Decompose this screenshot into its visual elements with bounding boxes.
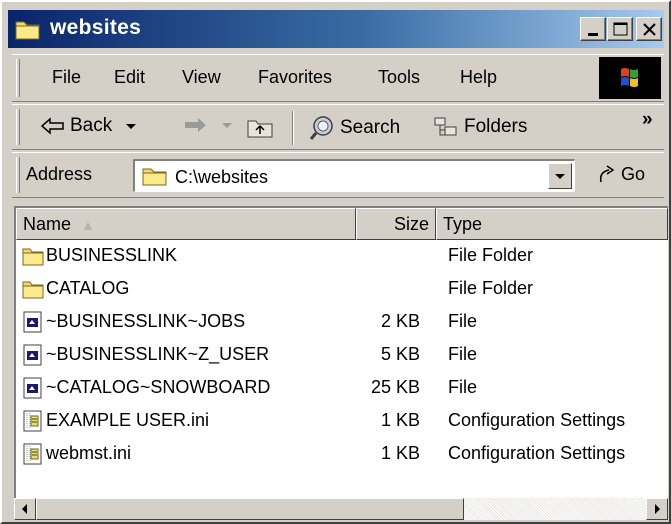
- maximize-button[interactable]: [607, 17, 633, 41]
- file-size: 2 KB: [380, 311, 420, 331]
- go-button[interactable]: Go: [595, 162, 645, 186]
- file-row[interactable]: CATALOG File Folder: [16, 273, 666, 306]
- column-header-name-label: Name: [23, 214, 72, 234]
- toolbar-separator: [292, 111, 294, 145]
- file-name: EXAMPLE USER.ini: [46, 410, 210, 430]
- file-row[interactable]: ~BUSINESSLINK~Z_USER 5 KB File: [16, 339, 666, 372]
- search-icon: [309, 116, 333, 140]
- address-field[interactable]: C:\websites: [133, 159, 575, 192]
- file-size: 25 KB: [370, 377, 420, 397]
- minimize-button[interactable]: [580, 17, 606, 41]
- ini-file-icon: [22, 409, 44, 433]
- up-folder-button[interactable]: [246, 115, 274, 139]
- file-type: File: [448, 311, 478, 331]
- search-label: Search: [340, 117, 401, 138]
- arrow-right-icon: [655, 504, 660, 514]
- close-icon: [643, 23, 656, 36]
- back-dropdown-icon[interactable]: [122, 116, 140, 136]
- sort-ascending-icon: ▲: [81, 217, 95, 233]
- back-label: Back: [70, 115, 113, 136]
- file-name: CATALOG: [46, 278, 130, 298]
- close-button[interactable]: [636, 17, 662, 41]
- up-folder-icon: [247, 120, 273, 138]
- chevron-down-icon: [555, 174, 565, 179]
- file-row[interactable]: EXAMPLE USER.ini 1 KB Configuration Settin…: [16, 405, 666, 438]
- file-size: 5 KB: [380, 344, 420, 364]
- folder-icon: [142, 168, 167, 186]
- file-name: webmst.ini: [46, 443, 132, 463]
- menu-edit[interactable]: Edit: [114, 67, 145, 88]
- forward-button[interactable]: [182, 115, 236, 135]
- column-header-name[interactable]: Name ▲: [16, 208, 356, 240]
- file-size: 1 KB: [380, 443, 420, 463]
- file-type: Configuration Settings: [448, 443, 626, 463]
- file-name: ~BUSINESSLINK~JOBS: [46, 311, 246, 331]
- arrow-left-icon: [22, 504, 27, 514]
- file-size: 1 KB: [380, 410, 420, 430]
- back-arrow-icon: [40, 117, 64, 135]
- title-bar[interactable]: websites: [8, 10, 664, 48]
- file-row[interactable]: ~CATALOG~SNOWBOARD 25 KB File: [16, 372, 666, 405]
- column-header-size-label: Size: [393, 214, 429, 234]
- forward-arrow-icon: [185, 118, 206, 132]
- go-arrow-icon: [599, 165, 615, 183]
- window-title: websites: [50, 16, 142, 39]
- file-type: Configuration Settings: [448, 410, 626, 430]
- file-name: BUSINESSLINK: [46, 245, 178, 265]
- menu-view[interactable]: View: [182, 67, 221, 88]
- file-type: File: [448, 344, 478, 364]
- file-row[interactable]: webmst.ini 1 KB Configuration Settings: [16, 438, 666, 471]
- address-value: C:\websites: [175, 167, 269, 187]
- menu-favorites[interactable]: Favorites: [258, 67, 332, 88]
- folder-icon: [22, 277, 44, 301]
- file-type: File: [448, 377, 478, 397]
- folders-icon: [434, 117, 457, 136]
- menu-tools[interactable]: Tools: [378, 67, 420, 88]
- toolbar-overflow-chevron[interactable]: »: [642, 109, 653, 131]
- file-row[interactable]: ~BUSINESSLINK~JOBS 2 KB File: [16, 306, 666, 339]
- explorer-window: websites File Edit View Favorites Tools …: [0, 0, 671, 524]
- file-type: File Folder: [448, 245, 534, 265]
- folders-label: Folders: [464, 116, 528, 137]
- toolbar-grip[interactable]: [16, 109, 20, 145]
- folder-icon: [15, 21, 40, 40]
- address-label: Address: [26, 164, 93, 184]
- menu-grip[interactable]: [16, 59, 20, 97]
- search-button[interactable]: Search: [308, 115, 400, 141]
- generic-file-icon: [22, 376, 44, 400]
- folders-button[interactable]: Folders: [432, 115, 527, 139]
- generic-file-icon: [22, 343, 44, 367]
- forward-dropdown-icon[interactable]: [218, 115, 236, 135]
- menu-bar: File Edit View Favorites Tools Help: [12, 54, 664, 102]
- column-header-size[interactable]: Size: [356, 208, 436, 240]
- column-header-type-label: Type: [443, 214, 483, 234]
- windows-logo-icon: [599, 57, 661, 99]
- address-grip[interactable]: [16, 157, 20, 193]
- folder-icon: [22, 244, 44, 268]
- generic-file-icon: [22, 310, 44, 334]
- scroll-right-button[interactable]: [646, 498, 668, 520]
- go-label: Go: [621, 163, 646, 184]
- column-header-type[interactable]: Type: [436, 208, 668, 240]
- file-type: File Folder: [448, 278, 534, 298]
- minimize-icon: [588, 33, 598, 36]
- ini-file-icon: [22, 442, 44, 466]
- scrollbar-thumb[interactable]: [36, 498, 464, 520]
- menu-file[interactable]: File: [52, 67, 81, 88]
- file-list[interactable]: Name ▲ Size Type BUSINESSLINK File Folder C…: [14, 206, 668, 498]
- back-button[interactable]: Back: [38, 115, 140, 137]
- file-name: ~CATALOG~SNOWBOARD: [46, 377, 271, 397]
- maximize-icon: [613, 22, 628, 36]
- menu-help[interactable]: Help: [460, 67, 497, 88]
- address-bar: Address C:\websites Go: [12, 152, 664, 198]
- horizontal-scrollbar[interactable]: [14, 498, 668, 520]
- file-name: ~BUSINESSLINK~Z_USER: [46, 344, 270, 364]
- address-dropdown-button[interactable]: [548, 163, 572, 189]
- scroll-left-button[interactable]: [14, 498, 36, 520]
- column-headers: Name ▲ Size Type: [16, 208, 668, 240]
- file-row[interactable]: BUSINESSLINK File Folder: [16, 240, 666, 273]
- standard-toolbar: Back Search Folders »: [12, 104, 664, 150]
